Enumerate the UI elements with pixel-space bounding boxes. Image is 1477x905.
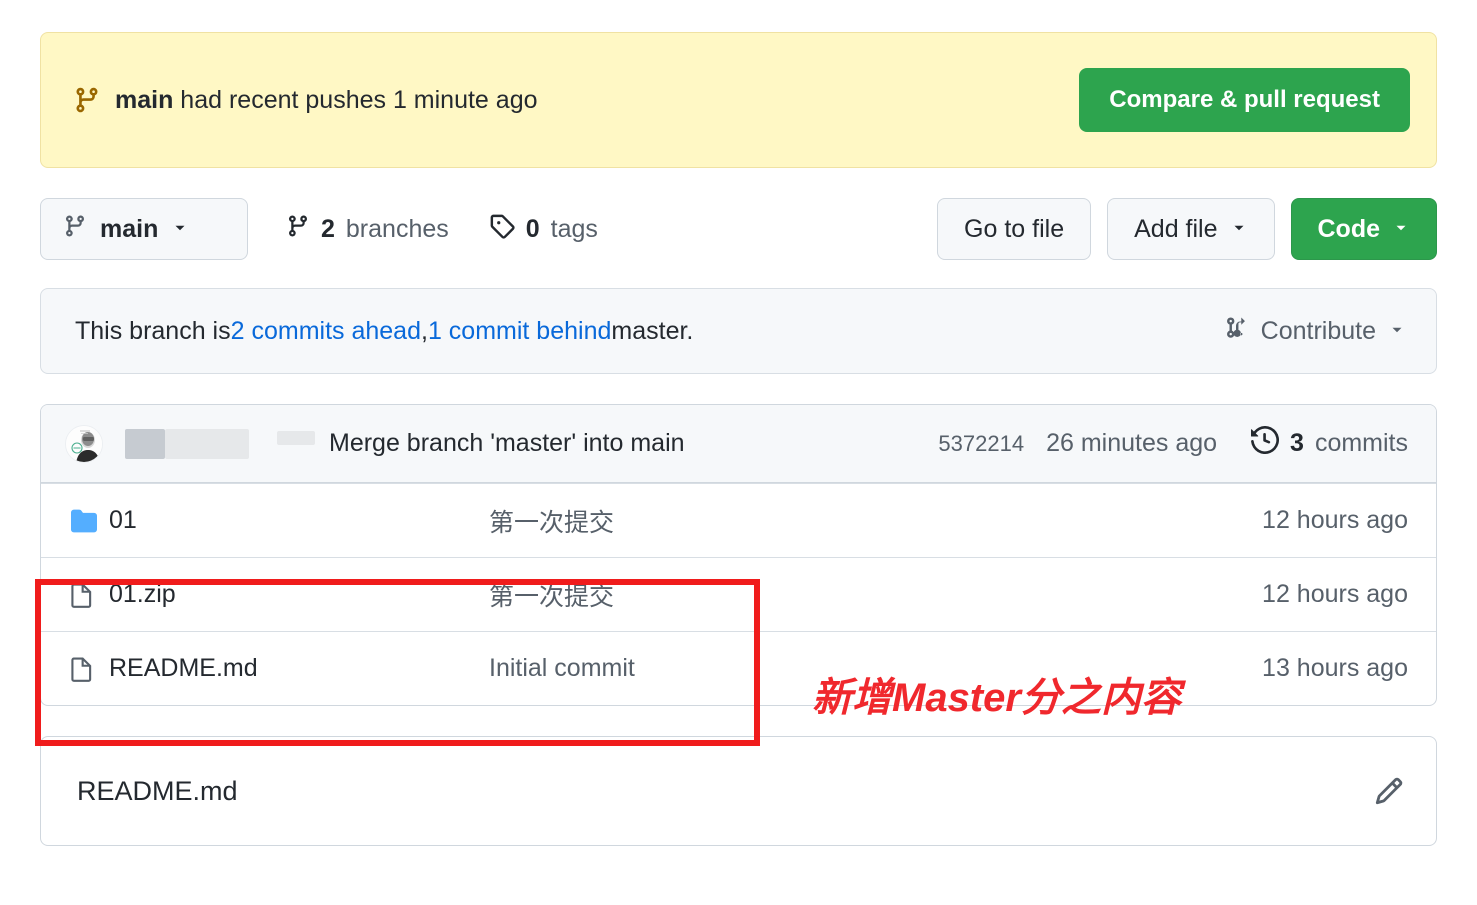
folder-icon <box>69 508 109 534</box>
chevron-down-icon <box>1230 215 1248 244</box>
contribute-dropdown[interactable]: Contribute <box>1223 314 1406 349</box>
git-branch-icon <box>63 213 87 246</box>
commit-relative-time: 26 minutes ago <box>1046 429 1218 457</box>
git-branch-icon <box>286 213 310 246</box>
contribute-label: Contribute <box>1260 316 1376 345</box>
branch-selector[interactable]: main <box>40 198 248 260</box>
pencil-icon[interactable] <box>1374 776 1404 806</box>
commits-history-link[interactable]: 3 commits <box>1251 425 1408 461</box>
go-to-file-button[interactable]: Go to file <box>937 198 1092 260</box>
file-commit-message[interactable]: 第一次提交 <box>489 577 1262 613</box>
readme-card: README.md <box>40 736 1437 846</box>
compare-separator: , <box>421 316 428 345</box>
table-row[interactable]: README.md Initial commit 13 hours ago <box>41 631 1436 705</box>
recent-push-text: main had recent pushes 1 minute ago <box>115 86 1065 115</box>
git-branch-icon <box>73 85 101 115</box>
latest-commit-meta: 5372214 26 minutes ago 3 commits <box>938 425 1408 461</box>
file-icon <box>69 654 109 684</box>
commit-prefix-redaction <box>277 431 315 445</box>
branches-count-value: 2 <box>321 214 335 243</box>
file-updated-time: 13 hours ago <box>1262 654 1408 682</box>
file-name-link[interactable]: README.md <box>109 654 489 683</box>
annotation-note: 新增Master分之内容 <box>812 676 1181 720</box>
toolbar-actions: Go to file Add file Code <box>937 198 1437 260</box>
file-listing: Merge branch 'master' into main 5372214 … <box>40 404 1437 706</box>
file-name-link[interactable]: 01.zip <box>109 580 489 609</box>
readme-title: README.md <box>77 775 238 806</box>
latest-commit-message[interactable]: Merge branch 'master' into main <box>329 429 685 458</box>
code-button-label: Code <box>1317 214 1381 243</box>
add-file-button[interactable]: Add file <box>1107 198 1275 260</box>
history-icon <box>1251 425 1280 461</box>
git-pull-request-icon <box>1223 314 1249 349</box>
push-message: had recent pushes 1 minute ago <box>173 85 538 114</box>
file-updated-time: 12 hours ago <box>1262 580 1408 608</box>
repo-meta-counts: 2 branches 0 tags <box>286 213 598 246</box>
file-icon <box>69 580 109 610</box>
tags-count-label: tags <box>550 214 598 243</box>
repository-page: main had recent pushes 1 minute ago Comp… <box>0 32 1477 905</box>
branch-selector-label: main <box>100 214 159 243</box>
author-redaction-block-2 <box>165 428 249 459</box>
file-commit-message[interactable]: 第一次提交 <box>489 503 1262 539</box>
branches-count-label: branches <box>345 214 449 243</box>
latest-commit-header: Merge branch 'master' into main 5372214 … <box>41 405 1436 483</box>
file-updated-time: 12 hours ago <box>1262 506 1408 534</box>
chevron-down-icon <box>1392 215 1410 244</box>
avatar[interactable] <box>65 424 103 463</box>
tag-icon <box>489 213 515 246</box>
commits-ahead-link[interactable]: 2 commits ahead <box>231 317 421 346</box>
repo-toolbar: main 2 branches 0 tags Go to file Add fi… <box>40 198 1437 260</box>
tags-count[interactable]: 0 tags <box>489 213 598 246</box>
branches-count[interactable]: 2 branches <box>286 213 449 246</box>
author-redaction-block <box>125 428 165 459</box>
recent-push-banner: main had recent pushes 1 minute ago Comp… <box>40 32 1437 168</box>
compare-suffix: master. <box>611 316 694 345</box>
branch-compare-bar: This branch is 2 commits ahead, 1 commit… <box>40 288 1437 374</box>
chevron-down-icon <box>171 215 189 244</box>
tags-count-value: 0 <box>525 214 540 243</box>
commit-sha[interactable]: 5372214 <box>938 431 1024 457</box>
commits-behind-link[interactable]: 1 commit behind <box>428 317 611 346</box>
file-name-link[interactable]: 01 <box>109 506 489 535</box>
compare-pull-request-button[interactable]: Compare & pull request <box>1079 68 1410 132</box>
commits-count-value: 3 <box>1290 429 1304 457</box>
add-file-label: Add file <box>1134 214 1218 243</box>
table-row[interactable]: 01.zip 第一次提交 12 hours ago <box>41 557 1436 631</box>
compare-prefix: This branch is <box>75 316 231 345</box>
table-row[interactable]: 01 第一次提交 12 hours ago <box>41 483 1436 557</box>
chevron-down-icon <box>1388 317 1406 346</box>
commits-count-label: commits <box>1314 429 1408 457</box>
code-button[interactable]: Code <box>1290 198 1437 260</box>
push-branch-name: main <box>115 85 174 114</box>
